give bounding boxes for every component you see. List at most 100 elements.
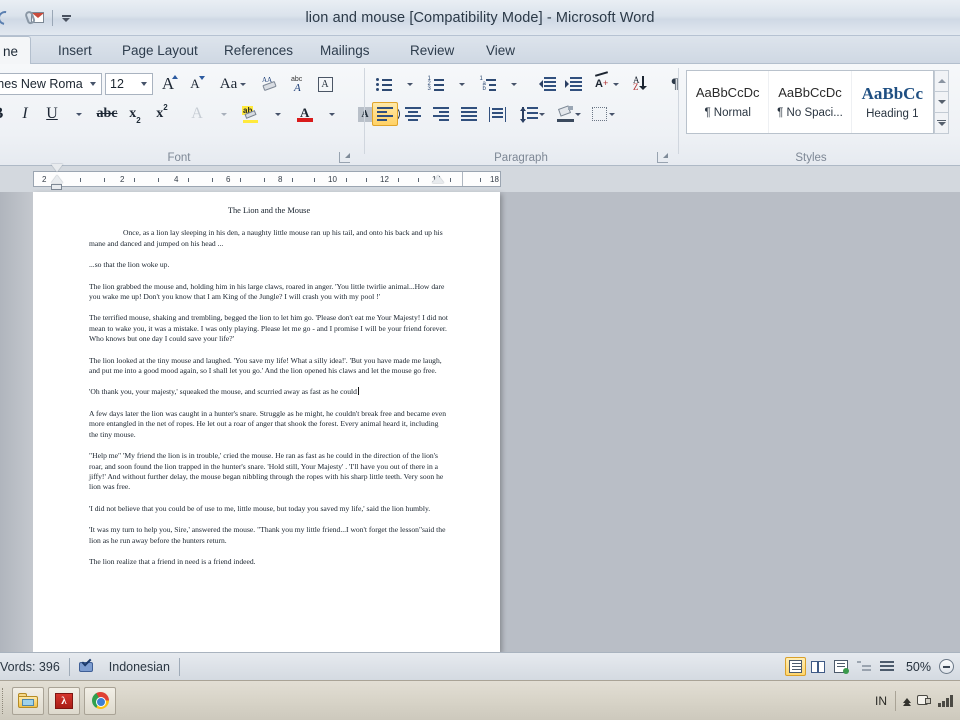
tab-review[interactable]: Review	[398, 36, 466, 64]
full-screen-reading-icon[interactable]	[808, 657, 829, 676]
strikethrough-button[interactable]: abc	[94, 102, 120, 126]
spelling-check-icon	[78, 656, 97, 674]
tab-mailings[interactable]: Mailings	[308, 36, 382, 64]
line-spacing-icon[interactable]	[520, 102, 546, 126]
group-divider	[678, 68, 679, 154]
paragraph-dialog-launcher[interactable]	[657, 152, 668, 163]
word-count-status[interactable]: Vords: 396	[0, 653, 69, 681]
justify-icon[interactable]	[456, 102, 482, 126]
highlight-color-icon[interactable]: ab	[239, 102, 263, 126]
character-border-icon[interactable]: A	[313, 72, 337, 96]
font-color-chevron-icon[interactable]	[320, 102, 344, 126]
decrease-indent-icon[interactable]	[535, 72, 559, 96]
style-item-no-spacing[interactable]: AaBbCcDc ¶ No Spaci...	[769, 71, 852, 133]
left-indent-marker[interactable]	[51, 184, 62, 190]
outline-icon[interactable]	[854, 657, 875, 676]
multilevel-chevron-icon[interactable]	[502, 72, 526, 96]
italic-button[interactable]: I	[13, 102, 37, 126]
text-effects-icon[interactable]: A	[185, 102, 209, 126]
tab-view[interactable]: View	[474, 36, 527, 64]
font-color-icon[interactable]: A	[293, 102, 317, 126]
tab-page-layout-label: Page Layout	[122, 42, 198, 58]
multilevel-list-icon[interactable]: 1ab	[476, 72, 500, 96]
chevron-up-icon[interactable]	[903, 698, 911, 706]
web-layout-icon[interactable]	[831, 657, 852, 676]
text-effects-chevron-icon[interactable]	[212, 102, 236, 126]
tab-references[interactable]: References	[212, 36, 305, 64]
ruler-mark: 2	[120, 175, 125, 184]
tab-insert[interactable]: Insert	[46, 36, 104, 64]
grow-font-icon[interactable]: A	[156, 72, 180, 96]
first-line-indent-marker[interactable]	[51, 164, 63, 172]
highlight-chevron-icon[interactable]	[266, 102, 290, 126]
language-status[interactable]: Indonesian	[70, 653, 179, 681]
underline-options-chevron-icon[interactable]	[67, 102, 91, 126]
print-layout-icon[interactable]	[784, 657, 806, 676]
distributed-icon[interactable]	[484, 102, 510, 126]
signal-bars-icon[interactable]	[938, 694, 953, 707]
font-name-combo[interactable]: imes New Roma	[0, 73, 102, 95]
ribbon-tab-row: ne Insert Page Layout References Mailing…	[0, 36, 960, 65]
bold-button[interactable]: B	[0, 102, 10, 126]
tab-page-layout[interactable]: Page Layout	[110, 36, 210, 64]
superscript-button[interactable]: x2	[150, 102, 174, 126]
document-paragraph: 'I did not believe that you could be of …	[89, 503, 431, 513]
more-styles-icon[interactable]	[934, 113, 949, 134]
align-left-icon[interactable]	[372, 102, 398, 126]
network-plug-icon[interactable]	[917, 694, 932, 708]
style-item-heading-1[interactable]: AaBbCс Heading 1	[852, 71, 933, 133]
align-right-icon[interactable]	[428, 102, 454, 126]
style-item-normal[interactable]: AaBbCcDc ¶ Normal	[687, 71, 770, 133]
borders-icon[interactable]	[590, 102, 616, 126]
document-paragraph: The terrified mouse, shaking and trembli…	[89, 313, 448, 344]
window-title: lion and mouse [Compatibility Mode] - Mi…	[305, 10, 655, 26]
document-body[interactable]: The Lion and the Mouse Once, as a lion l…	[89, 206, 449, 578]
ruler-mark: 8	[278, 175, 283, 184]
language-label: Indonesian	[108, 659, 170, 674]
zoom-level-label[interactable]: 50%	[900, 660, 937, 674]
clear-formatting-icon[interactable]: AA	[259, 72, 283, 96]
windows-taskbar: λ IN	[0, 680, 960, 720]
draft-icon[interactable]	[877, 657, 898, 676]
align-center-icon[interactable]	[400, 102, 426, 126]
styles-scroll-group	[934, 70, 949, 134]
font-dialog-launcher[interactable]	[339, 152, 350, 163]
bullet-list-icon[interactable]	[372, 72, 396, 96]
numbered-list-icon[interactable]: 123	[424, 72, 448, 96]
styles-group-label: Styles	[795, 152, 827, 164]
taskbar-adobe-reader-button[interactable]: λ	[48, 686, 80, 715]
sort-az-icon[interactable]: A Z	[628, 72, 654, 96]
increase-indent-icon[interactable]	[561, 72, 585, 96]
shrink-font-icon[interactable]: A	[183, 72, 207, 96]
document-page[interactable]: The Lion and the Mouse Once, as a lion l…	[33, 192, 500, 652]
scroll-down-icon[interactable]	[934, 92, 949, 113]
taskbar-chrome-button[interactable]	[84, 686, 116, 715]
right-indent-marker[interactable]	[432, 175, 444, 183]
font-name-value: imes New Roma	[0, 77, 83, 91]
tab-home[interactable]: ne	[0, 36, 32, 65]
phonetic-guide-icon[interactable]: abc A	[286, 72, 310, 96]
document-paragraph: The lion grabbed the mouse and, holding …	[89, 281, 445, 302]
ribbon-group-paragraph: 123 1ab A + A Z ¶ Paragraph	[368, 64, 678, 166]
taskbar-handle[interactable]	[2, 687, 8, 714]
style-name-normal: ¶ Normal	[704, 107, 751, 119]
chevron-down-icon	[138, 82, 150, 86]
sort-icon[interactable]: A +	[594, 70, 620, 96]
shading-icon[interactable]	[556, 102, 582, 126]
taskbar-file-explorer-button[interactable]	[12, 686, 44, 715]
font-size-combo[interactable]: 12	[105, 73, 153, 95]
change-case-icon[interactable]: Aa	[218, 72, 248, 96]
horizontal-ruler[interactable]: 2 2 4 6 8 10 12 14 18	[33, 171, 501, 187]
numbering-chevron-icon[interactable]	[450, 72, 474, 96]
scroll-up-icon[interactable]	[934, 70, 949, 92]
subscript-button[interactable]: x2	[123, 102, 147, 126]
zoom-out-icon[interactable]	[939, 659, 954, 674]
document-paragraph: ...so that the lion woke up.	[89, 260, 170, 270]
hanging-indent-marker[interactable]	[51, 175, 63, 183]
font-size-value: 12	[110, 77, 124, 91]
ribbon: imes New Roma 12 A A Aa AA abc A A I U a…	[0, 64, 960, 166]
tray-language-indicator[interactable]: IN	[867, 694, 895, 708]
styles-gallery: AaBbCcDc ¶ Normal AaBbCcDc ¶ No Spaci...…	[686, 70, 934, 134]
bullets-chevron-icon[interactable]	[398, 72, 422, 96]
underline-button[interactable]: U	[40, 102, 64, 126]
